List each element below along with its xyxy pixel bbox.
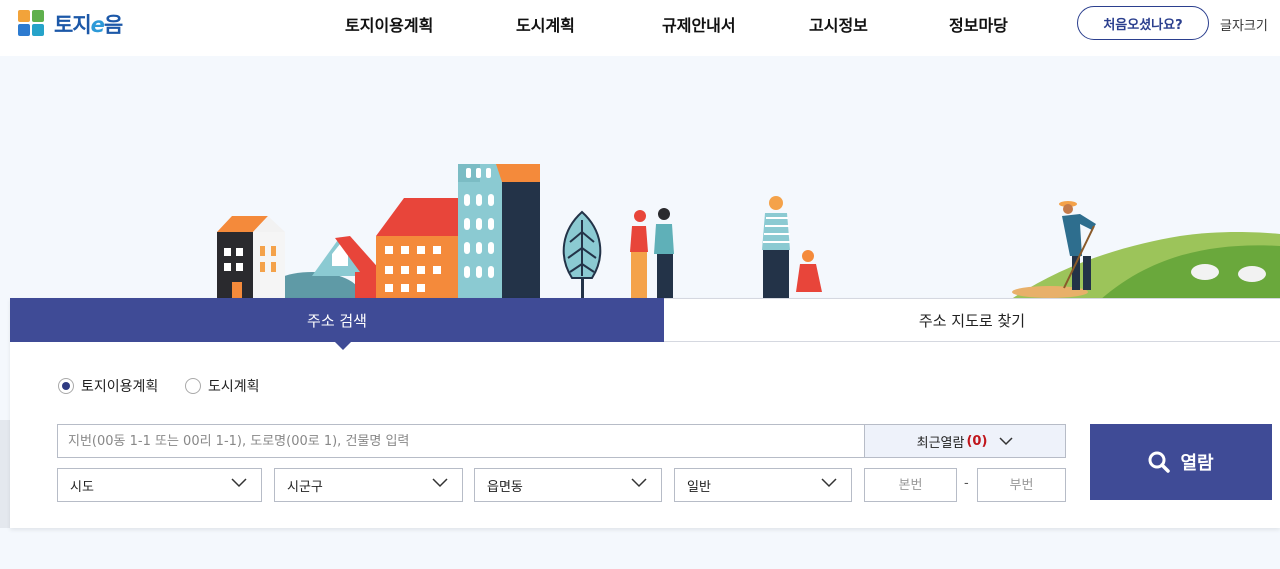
view-button[interactable]: 열람 <box>1090 424 1272 500</box>
left-decor-strip <box>0 420 10 528</box>
recent-view-dropdown[interactable]: 최근열람 (0) <box>864 424 1066 458</box>
tab-address-search[interactable]: 주소 검색 <box>10 298 664 350</box>
chevron-down-icon <box>821 478 837 488</box>
radio-checked-icon <box>58 378 74 394</box>
main-number-input[interactable] <box>864 468 957 502</box>
building-white <box>253 232 285 300</box>
chevron-down-icon <box>631 478 647 488</box>
couple-figures <box>630 208 674 300</box>
eupmyeondong-select[interactable]: 읍면동 <box>474 468 662 502</box>
sub-number-input[interactable] <box>977 468 1066 502</box>
address-search-input[interactable] <box>57 424 864 458</box>
parent-child-figures <box>762 196 822 300</box>
land-type-select[interactable]: 일반 <box>674 468 852 502</box>
nav-info-square[interactable]: 정보마당 <box>949 12 1008 36</box>
chevron-down-icon <box>432 478 448 488</box>
hero-illustration <box>0 56 1280 300</box>
sigungu-select[interactable]: 시군구 <box>274 468 463 502</box>
search-icon <box>1148 451 1171 473</box>
nav-land-use-plan[interactable]: 토지이용계획 <box>345 12 433 36</box>
sido-select[interactable]: 시도 <box>57 468 262 502</box>
number-separator: - <box>964 476 969 491</box>
radio-urban-plan[interactable]: 도시계획 <box>185 376 260 396</box>
nav-urban-plan[interactable]: 도시계획 <box>516 12 575 36</box>
radio-land-use-plan[interactable]: 토지이용계획 <box>58 376 158 396</box>
logo-text: 토지e음 <box>54 13 123 37</box>
logo-mark-icon <box>18 10 46 38</box>
search-panel: 주소 검색 주소 지도로 찾기 토지이용계획 도시계획 최근열람(0) 시도 시… <box>10 298 1280 528</box>
nav-regulation-guide[interactable]: 규제안내서 <box>662 12 736 36</box>
chevron-down-icon <box>231 478 247 488</box>
top-header: 토지e음 토지이용계획 도시계획 규제안내서 고시정보 정보마당 처음오셨나요?… <box>0 0 1280 56</box>
hero-svg <box>217 164 1280 300</box>
radio-unchecked-icon <box>185 378 201 394</box>
first-visit-button[interactable]: 처음오셨나요? <box>1077 6 1209 40</box>
font-size-link[interactable]: 글자크기 <box>1220 15 1268 34</box>
chevron-down-icon <box>999 436 1013 445</box>
site-logo[interactable]: 토지e음 <box>18 9 123 39</box>
recent-count: (0) <box>966 433 988 449</box>
tab-map-search[interactable]: 주소 지도로 찾기 <box>664 298 1280 342</box>
nav-notice-info[interactable]: 고시정보 <box>809 12 868 36</box>
building-teal-tall <box>458 164 504 300</box>
building-navy <box>502 182 540 300</box>
